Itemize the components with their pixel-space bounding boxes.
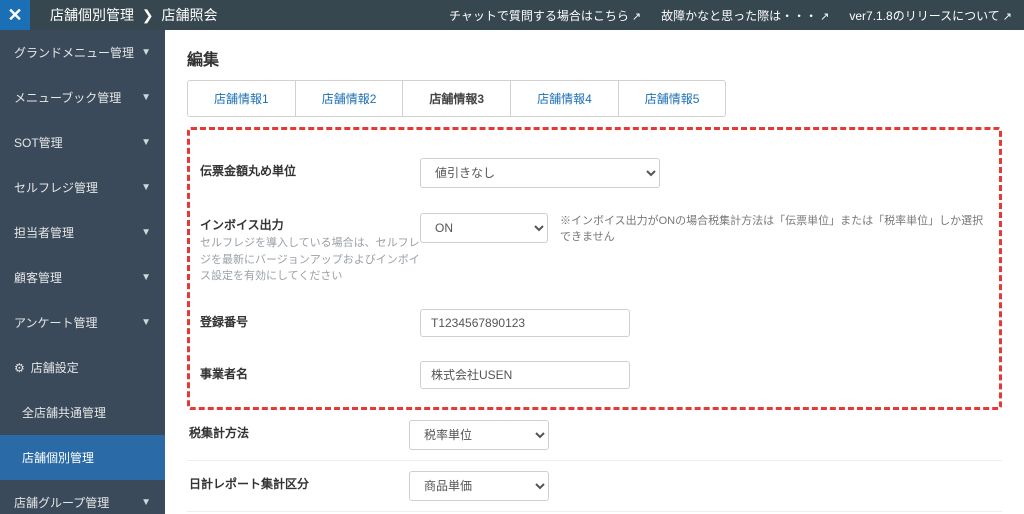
chevron-down-icon: ▼	[141, 182, 151, 193]
header-links: チャットで質問する場合はこちら↗ 故障かなと思った際は・・・↗ ver7.1.8…	[449, 7, 1024, 24]
row-regnum: 登録番号	[198, 297, 991, 349]
breadcrumb-sep: ❯	[142, 7, 154, 23]
breadcrumb-current: 店舗照会	[162, 7, 218, 23]
highlight-box: 伝票金額丸め単位 値引きなし インボイス出力 セルフレジを導入している場合は、セ…	[187, 127, 1002, 410]
chevron-down-icon: ▼	[141, 137, 151, 148]
fault-link[interactable]: 故障かなと思った際は・・・↗	[661, 7, 829, 24]
external-icon: ↗	[1003, 11, 1012, 23]
sidebar-item-label: 顧客管理	[14, 269, 62, 286]
label-taxagg: 税集計方法	[189, 420, 409, 441]
sidebar-item-sot[interactable]: SOT管理 ▼	[0, 120, 165, 165]
sidebar-item-staff[interactable]: 担当者管理 ▼	[0, 210, 165, 255]
chevron-down-icon: ▼	[141, 317, 151, 328]
chevron-down-icon: ▼	[141, 227, 151, 238]
label-bizname: 事業者名	[200, 361, 420, 382]
sidebar: グランドメニュー管理 ▼ メニューブック管理 ▼ SOT管理 ▼ セルフレジ管理…	[0, 30, 165, 514]
tab-store-info-5[interactable]: 店舗情報5	[619, 81, 726, 116]
sidebar-item-all-stores[interactable]: 全店舗共通管理	[0, 390, 165, 435]
select-rounding[interactable]: 値引きなし	[420, 158, 660, 188]
label-invoice-sub: セルフレジを導入している場合は、セルフレジを最新にバージョンアップおよびインボイ…	[200, 235, 420, 285]
sidebar-item-label: 店舗グループ管理	[14, 494, 109, 511]
tab-store-info-3[interactable]: 店舗情報3	[403, 81, 511, 116]
breadcrumb: 店舗個別管理 ❯ 店舗照会	[30, 5, 449, 25]
sidebar-item-store-individual[interactable]: 店舗個別管理	[0, 435, 165, 480]
label-rounding: 伝票金額丸め単位	[200, 158, 420, 179]
note-invoice: ※インボイス出力がONの場合税集計方法は「伝票単位」または「税率単位」しか選択で…	[560, 212, 989, 244]
sidebar-item-label: メニューブック管理	[14, 89, 121, 106]
chevron-down-icon: ▼	[141, 497, 151, 508]
external-icon: ↗	[632, 11, 641, 23]
sidebar-item-selfreg[interactable]: セルフレジ管理 ▼	[0, 165, 165, 210]
sidebar-item-survey[interactable]: アンケート管理 ▼	[0, 300, 165, 345]
page-title: 編集	[165, 30, 1024, 80]
input-regnum[interactable]	[420, 309, 630, 337]
sidebar-item-menu-book[interactable]: メニューブック管理 ▼	[0, 75, 165, 120]
close-icon: ✕	[7, 5, 22, 26]
label-regnum: 登録番号	[200, 309, 420, 330]
sidebar-item-label: SOT管理	[14, 134, 63, 151]
row-invoice: インボイス出力 セルフレジを導入している場合は、セルフレジを最新にバージョンアッ…	[198, 200, 991, 297]
tab-bar: 店舗情報1 店舗情報2 店舗情報3 店舗情報4 店舗情報5	[187, 80, 726, 117]
release-link[interactable]: ver7.1.8のリリースについて↗	[849, 7, 1012, 24]
select-taxagg[interactable]: 税率単位	[409, 420, 549, 450]
tab-store-info-4[interactable]: 店舗情報4	[511, 81, 619, 116]
external-icon: ↗	[820, 11, 829, 23]
sidebar-item-label: アンケート管理	[14, 314, 98, 331]
sidebar-item-label: グランドメニュー管理	[14, 44, 134, 61]
close-button[interactable]: ✕	[0, 0, 30, 30]
sidebar-item-grand-menu[interactable]: グランドメニュー管理 ▼	[0, 30, 165, 75]
select-daily[interactable]: 商品単価	[409, 471, 549, 501]
sidebar-item-label: 店舗設定	[31, 359, 79, 376]
breadcrumb-parent: 店舗個別管理	[50, 7, 134, 23]
sidebar-item-label: セルフレジ管理	[14, 179, 98, 196]
row-daily: 日計レポート集計区分 商品単価	[187, 461, 1002, 512]
row-rounding: 伝票金額丸め単位 値引きなし	[198, 146, 991, 200]
chevron-down-icon: ▼	[141, 92, 151, 103]
tab-store-info-2[interactable]: 店舗情報2	[296, 81, 404, 116]
app-header: ✕ 店舗個別管理 ❯ 店舗照会 チャットで質問する場合はこちら↗ 故障かなと思っ…	[0, 0, 1024, 30]
tab-store-info-1[interactable]: 店舗情報1	[188, 81, 296, 116]
sidebar-item-label: 担当者管理	[14, 224, 74, 241]
main-content: 編集 店舗情報1 店舗情報2 店舗情報3 店舗情報4 店舗情報5 伝票金額丸め単…	[165, 30, 1024, 514]
row-taxagg: 税集計方法 税率単位	[187, 410, 1002, 461]
chevron-down-icon: ▼	[141, 272, 151, 283]
sidebar-item-store-group[interactable]: 店舗グループ管理 ▼	[0, 480, 165, 514]
label-invoice: インボイス出力 セルフレジを導入している場合は、セルフレジを最新にバージョンアッ…	[200, 212, 420, 285]
input-bizname[interactable]	[420, 361, 630, 389]
chat-link[interactable]: チャットで質問する場合はこちら↗	[449, 7, 641, 24]
select-invoice[interactable]: ON	[420, 213, 548, 243]
label-daily: 日計レポート集計区分	[189, 471, 409, 492]
chevron-down-icon: ▼	[141, 47, 151, 58]
sidebar-item-store-settings[interactable]: 店舗設定	[0, 345, 165, 390]
sidebar-item-label: 店舗個別管理	[22, 449, 94, 466]
row-bizname: 事業者名	[198, 349, 991, 401]
sidebar-item-customer[interactable]: 顧客管理 ▼	[0, 255, 165, 300]
sidebar-item-label: 全店舗共通管理	[22, 404, 106, 421]
